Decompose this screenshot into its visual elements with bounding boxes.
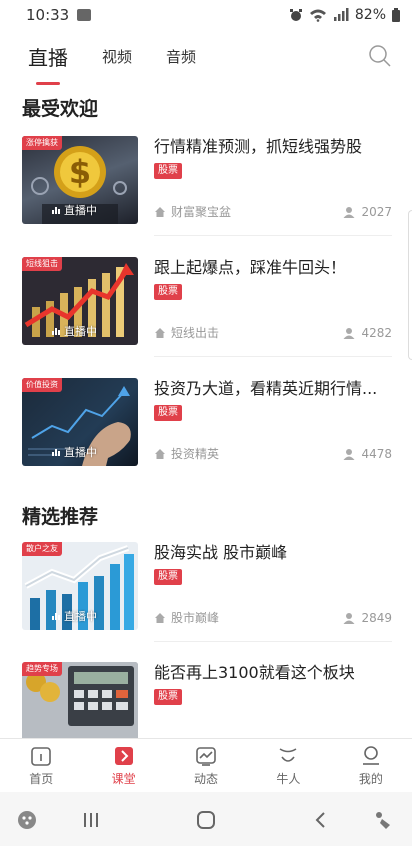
live-bars-icon xyxy=(52,612,60,620)
alarm-icon xyxy=(289,9,302,21)
trend-icon xyxy=(196,746,216,766)
wifi-icon xyxy=(309,9,326,22)
category-badge: 股票 xyxy=(154,163,182,179)
live-card[interactable]: 短线狙击 直播中 跟上起爆点，踩准牛回头！ 股票 短线出击 4282 xyxy=(22,257,392,357)
nav-experts-label: 牛人 xyxy=(276,771,301,786)
person-icon xyxy=(343,206,355,218)
live-card[interactable]: 价值投资 直播中 投资乃大道，看精英近期行情... 股票 投资精英 4478 xyxy=(22,378,392,478)
nav-profile-label: 我的 xyxy=(358,771,383,786)
signal-icon xyxy=(333,8,349,21)
battery-icon xyxy=(392,8,400,22)
live-bars-icon xyxy=(52,448,60,456)
live-label: 直播中 xyxy=(64,610,97,623)
status-bar: 10:33 82% xyxy=(0,0,412,30)
live-card[interactable]: $ 涨停擒获 直播中 行情精准预测，抓短线强势股 股票 财富聚宝盆 2027 xyxy=(22,136,392,236)
live-indicator: 直播中 xyxy=(52,608,97,624)
nav-classroom-label: 课堂 xyxy=(111,771,136,786)
card-tag: 涨停擒获 xyxy=(22,136,62,150)
scroll-edge-handle[interactable] xyxy=(408,210,412,360)
nav-feed[interactable]: 动态 xyxy=(165,739,247,792)
battery-percent: 82% xyxy=(354,7,386,23)
live-bars-icon xyxy=(52,327,60,335)
home-icon xyxy=(155,612,165,623)
category-badge: 股票 xyxy=(154,689,182,705)
viewer-count: 2027 xyxy=(361,204,392,219)
back-icon[interactable] xyxy=(310,809,332,831)
tab-video[interactable]: 视频 xyxy=(102,46,132,67)
card-title: 能否再上3100就看这个板块 xyxy=(154,663,355,682)
category-badge: 股票 xyxy=(154,284,182,300)
category-badge: 股票 xyxy=(154,405,182,421)
card-title: 股海实战 股市巅峰 xyxy=(154,543,288,562)
divider xyxy=(154,235,392,236)
card-thumbnail: 趋势专场 xyxy=(22,662,138,750)
bottom-nav: 首页 课堂 动态 牛人 我的 xyxy=(0,738,412,792)
card-thumbnail: 散户之友 直播中 xyxy=(22,542,138,630)
svg-text:$: $ xyxy=(69,153,91,191)
notification-icon xyxy=(77,9,92,21)
live-indicator: 直播中 xyxy=(52,444,97,460)
person-icon xyxy=(343,327,355,339)
live-card[interactable]: 散户之友 直播中 股海实战 股市巅峰 股票 股市巅峰 2849 xyxy=(22,542,392,642)
card-tag: 散户之友 xyxy=(22,542,62,556)
live-indicator: 直播中 xyxy=(52,202,97,218)
card-thumbnail: $ 涨停擒获 直播中 xyxy=(22,136,138,224)
nav-home[interactable]: 首页 xyxy=(0,739,82,792)
live-bars-icon xyxy=(52,206,60,214)
host-name: 财富聚宝盆 xyxy=(171,205,232,219)
live-label: 直播中 xyxy=(64,446,97,459)
nav-feed-label: 动态 xyxy=(194,771,219,786)
home-button-icon[interactable] xyxy=(195,809,217,831)
section-title-featured: 精选推荐 xyxy=(22,506,99,528)
card-thumbnail: 短线狙击 直播中 xyxy=(22,257,138,345)
host-name: 投资精英 xyxy=(171,447,220,461)
viewer-count: 4478 xyxy=(361,446,392,461)
viewer-count: 4282 xyxy=(361,325,392,340)
live-label: 直播中 xyxy=(64,204,97,217)
home-nav-icon xyxy=(31,746,52,766)
divider xyxy=(154,641,392,642)
card-tag: 价值投资 xyxy=(22,378,62,392)
section-title-popular: 最受欢迎 xyxy=(22,98,99,120)
host-name: 短线出击 xyxy=(171,326,220,340)
game-launcher-icon[interactable] xyxy=(16,809,38,831)
status-right: 82% xyxy=(289,7,400,23)
home-icon xyxy=(155,327,165,338)
card-title: 投资乃大道，看精英近期行情... xyxy=(154,379,378,398)
viewer-count: 2849 xyxy=(361,610,392,625)
nav-classroom[interactable]: 课堂 xyxy=(82,739,164,792)
nav-experts[interactable]: 牛人 xyxy=(247,739,329,792)
person-icon xyxy=(343,448,355,460)
nav-home-label: 首页 xyxy=(29,771,54,786)
tab-live[interactable]: 直播 xyxy=(28,42,68,85)
home-icon xyxy=(155,206,165,217)
card-tag: 趋势专场 xyxy=(22,662,62,676)
nav-profile[interactable]: 我的 xyxy=(330,739,412,792)
system-nav-bar xyxy=(0,792,412,846)
recent-apps-icon[interactable] xyxy=(80,809,102,831)
card-title: 跟上起爆点，踩准牛回头！ xyxy=(154,258,347,277)
host-name: 股市巅峰 xyxy=(171,611,220,625)
person-icon xyxy=(343,612,355,624)
search-icon[interactable] xyxy=(368,44,392,68)
home-icon xyxy=(155,448,165,459)
card-title: 行情精准预测，抓短线强势股 xyxy=(154,137,363,156)
live-label: 直播中 xyxy=(64,325,97,338)
tab-audio[interactable]: 音频 xyxy=(166,46,196,67)
status-time: 10:33 xyxy=(26,6,70,24)
bull-icon xyxy=(279,747,297,762)
play-icon xyxy=(114,746,133,765)
card-tag: 短线狙击 xyxy=(22,257,62,271)
card-thumbnail: 价值投资 直播中 xyxy=(22,378,138,466)
live-indicator: 直播中 xyxy=(52,323,97,339)
top-tab-bar: 直播 视频 音频 xyxy=(0,30,412,85)
category-badge: 股票 xyxy=(154,569,182,585)
divider xyxy=(154,356,392,357)
touch-gesture-icon[interactable] xyxy=(372,809,394,831)
profile-icon xyxy=(362,745,379,765)
